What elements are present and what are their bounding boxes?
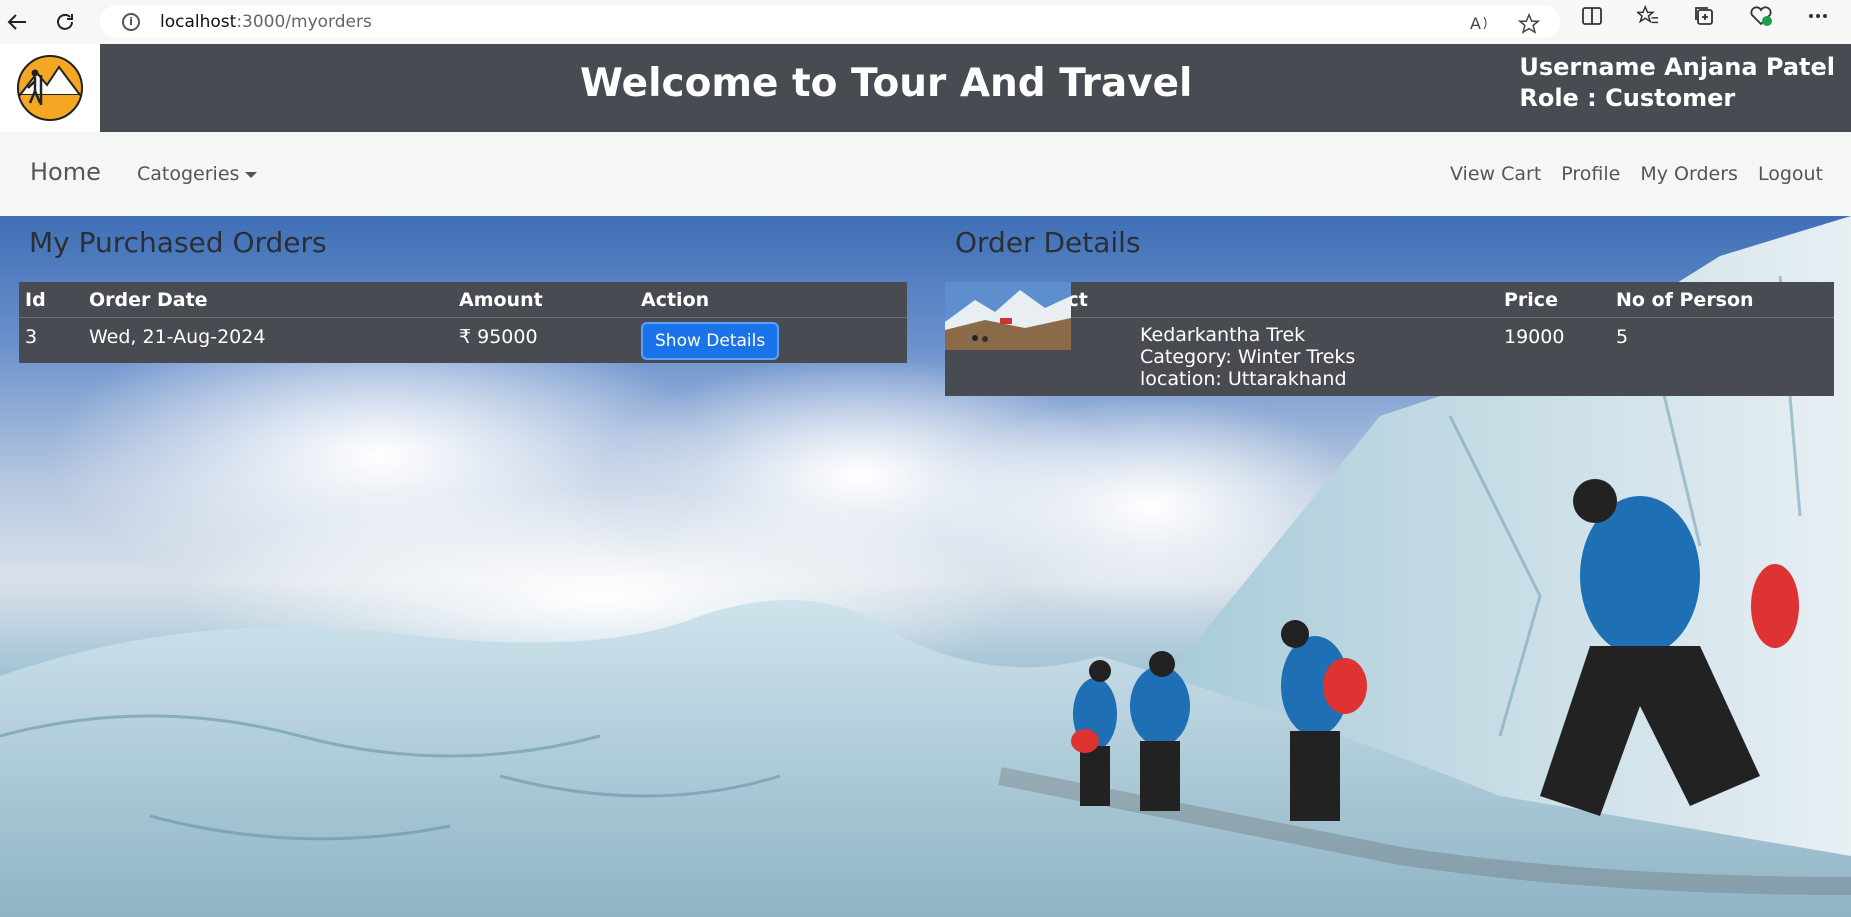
url-host: localhost: [160, 11, 237, 32]
read-aloud-icon[interactable]: A: [1470, 13, 1492, 40]
browser-toolbar: i localhost:3000/myorders A: [0, 0, 1851, 44]
user-info: Username Anjana Patel Role : Customer: [1519, 52, 1835, 114]
nav-categories-label: Catogeries: [137, 163, 240, 185]
hero-background: My Purchased Orders Id Order Date Amount…: [0, 216, 1851, 917]
col-order-date: Order Date: [83, 282, 453, 318]
nav-categories-dropdown[interactable]: Catogeries: [137, 163, 258, 185]
back-arrow-icon[interactable]: [0, 5, 34, 39]
more-menu-icon[interactable]: [1807, 5, 1829, 32]
site-info-icon[interactable]: i: [122, 12, 140, 31]
nav-profile[interactable]: Profile: [1561, 163, 1620, 185]
reload-icon[interactable]: [48, 5, 82, 39]
product-location: location: Uttarakhand: [1140, 367, 1347, 390]
order-id: 3: [19, 316, 83, 363]
caret-down-icon: [245, 171, 258, 178]
detail-price: 19000: [1498, 316, 1610, 396]
collections-icon[interactable]: [1693, 5, 1715, 32]
orders-header-row: Id Order Date Amount Action: [19, 282, 907, 318]
details-title: Order Details: [955, 226, 1141, 259]
product-image: [945, 282, 1130, 392]
order-amount: ₹ 95000: [453, 316, 635, 363]
nav-my-orders[interactable]: My Orders: [1640, 163, 1738, 185]
role-label: Role : Customer: [1519, 84, 1736, 112]
order-details-table: Id Product Price No of Person 4: [945, 282, 1834, 396]
product-category: Category: Winter Treks: [1140, 345, 1356, 368]
product-name: Kedarkantha Trek: [1140, 323, 1306, 346]
favorite-star-icon[interactable]: [1517, 12, 1541, 40]
product-info: Kedarkantha Trek Category: Winter Treks …: [1140, 324, 1355, 392]
page-title: Welcome to Tour And Travel: [580, 61, 1193, 106]
col-id: Id: [19, 282, 83, 318]
col-amount: Amount: [453, 282, 635, 318]
address-bar[interactable]: i localhost:3000/myorders A: [100, 5, 1560, 38]
show-details-button[interactable]: Show Details: [641, 321, 780, 360]
details-header-row: Id Product Price No of Person: [945, 282, 1834, 318]
detail-persons: 5: [1610, 316, 1834, 396]
url-path: :3000/myorders: [236, 11, 372, 32]
site-header: Welcome to Tour And Travel Username Anja…: [0, 44, 1851, 132]
order-date: Wed, 21-Aug-2024: [83, 316, 453, 363]
table-row: 4 Kedarkanth: [945, 282, 1834, 396]
split-screen-icon[interactable]: [1581, 5, 1603, 32]
favorites-icon[interactable]: [1635, 4, 1659, 32]
svg-text:A: A: [1470, 14, 1481, 33]
username-label: Username Anjana Patel: [1519, 53, 1835, 81]
nav-logout[interactable]: Logout: [1758, 163, 1823, 185]
col-price: Price: [1498, 282, 1610, 318]
nav-view-cart[interactable]: View Cart: [1450, 163, 1541, 185]
navbar: Home Catogeries View Cart Profile My Ord…: [0, 132, 1851, 216]
browser-essentials-icon[interactable]: [1749, 5, 1773, 32]
col-action: Action: [635, 282, 907, 318]
table-row: 3 Wed, 21-Aug-2024 ₹ 95000 Show Details: [19, 316, 907, 363]
col-no-of-person: No of Person: [1610, 282, 1834, 318]
orders-title: My Purchased Orders: [29, 226, 327, 259]
nav-home[interactable]: Home: [30, 158, 101, 186]
col-product: Product: [998, 282, 1498, 318]
site-logo[interactable]: [0, 44, 100, 132]
orders-table: Id Order Date Amount Action 3 Wed, 21-Au…: [19, 282, 907, 363]
